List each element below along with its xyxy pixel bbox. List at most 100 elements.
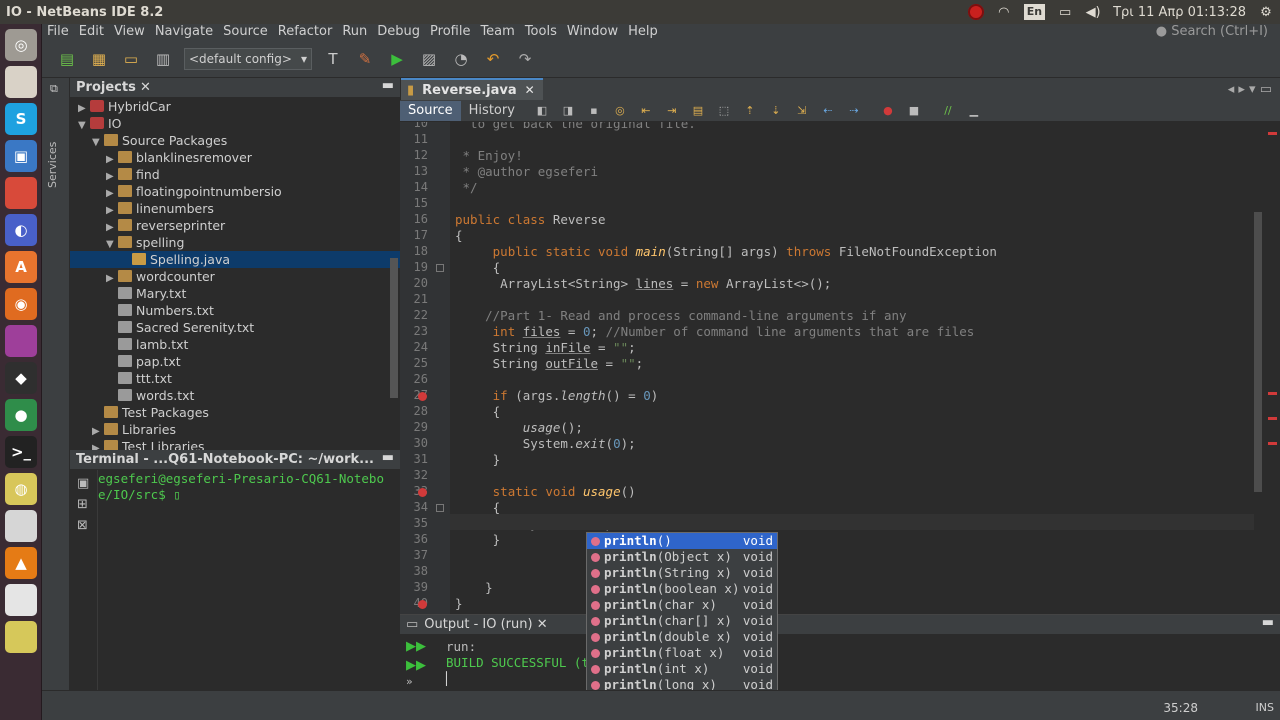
- output-title[interactable]: Output - IO (run): [424, 617, 532, 632]
- media-icon[interactable]: [5, 325, 37, 357]
- menu-navigate[interactable]: Navigate: [150, 24, 218, 40]
- menu-refactor[interactable]: Refactor: [273, 24, 338, 40]
- menu-team[interactable]: Team: [475, 24, 519, 40]
- tree-item[interactable]: words.txt: [70, 387, 400, 404]
- menu-profile[interactable]: Profile: [425, 24, 475, 40]
- build-hammer-icon[interactable]: T: [322, 48, 344, 70]
- save-all-icon[interactable]: ▥: [152, 48, 174, 70]
- calculator-icon[interactable]: [5, 510, 37, 542]
- tab-reverse-java[interactable]: ▮ Reverse.java ✕: [401, 78, 543, 100]
- search-box[interactable]: ● Search (Ctrl+I): [1156, 24, 1268, 40]
- tree-item[interactable]: ▶ linenumbers: [70, 200, 400, 217]
- code-line[interactable]: //Part 1- Read and process command-line …: [455, 308, 906, 323]
- code-line[interactable]: {: [455, 404, 501, 419]
- menu-help[interactable]: Help: [623, 24, 663, 40]
- code-line[interactable]: }: [455, 452, 501, 467]
- minimize-icon[interactable]: ▬: [382, 450, 394, 465]
- code-line[interactable]: to get back the original file.: [455, 122, 696, 131]
- more-icon[interactable]: »: [406, 675, 426, 688]
- volume-icon[interactable]: ◀): [1085, 4, 1101, 20]
- back-icon[interactable]: ◨: [561, 104, 575, 118]
- expand-arrow-icon[interactable]: ▶: [92, 440, 104, 450]
- tab-list-icon[interactable]: ◂ ▸ ▾ ▭: [1228, 82, 1272, 97]
- tree-item[interactable]: ▶ HybridCar: [70, 98, 400, 115]
- document-viewer-icon[interactable]: [5, 177, 37, 209]
- menu-edit[interactable]: Edit: [74, 24, 109, 40]
- code-line[interactable]: System.exit(0);: [455, 436, 636, 451]
- eclipse-icon[interactable]: ◐: [5, 214, 37, 246]
- code-line[interactable]: {: [455, 500, 501, 515]
- code-line[interactable]: int files = 0; //Number of command line …: [455, 324, 975, 339]
- skype-icon[interactable]: S: [5, 103, 37, 135]
- panel-restore-icon[interactable]: ⧉: [50, 82, 58, 96]
- software-center-icon[interactable]: A: [5, 251, 37, 283]
- menu-window[interactable]: Window: [562, 24, 623, 40]
- find-next-icon[interactable]: ⇥: [665, 104, 679, 118]
- code-line[interactable]: public class Reverse: [455, 212, 606, 227]
- tree-item[interactable]: ▶ wordcounter: [70, 268, 400, 285]
- code-line[interactable]: String inFile = "";: [455, 340, 636, 355]
- profile-icon[interactable]: ◔: [450, 48, 472, 70]
- code-line[interactable]: {: [455, 260, 501, 275]
- history-tab[interactable]: History: [461, 101, 523, 121]
- uncomment-icon[interactable]: ▁: [967, 104, 981, 118]
- tree-item[interactable]: ▶ blanklinesremover: [70, 149, 400, 166]
- globe-icon[interactable]: ●: [5, 399, 37, 431]
- completion-item[interactable]: println(char x) void: [587, 597, 777, 613]
- clean-build-icon[interactable]: ✎: [354, 48, 376, 70]
- shift-right-icon[interactable]: ⇢: [847, 104, 861, 118]
- wifi-icon[interactable]: ◠: [996, 4, 1012, 20]
- battery-icon[interactable]: ▭: [1057, 4, 1073, 20]
- code-line[interactable]: ArrayList<String> lines = new ArrayList<…: [455, 276, 831, 291]
- code-line[interactable]: {: [455, 228, 463, 243]
- tree-item[interactable]: ▶ Test Libraries: [70, 438, 400, 450]
- toggle-highlight-icon[interactable]: ▤: [691, 104, 705, 118]
- error-mark[interactable]: [1268, 417, 1277, 420]
- minimize-icon[interactable]: ▬: [1262, 615, 1274, 630]
- code-line[interactable]: usage();: [455, 420, 583, 435]
- completion-item[interactable]: println(Object x) void: [587, 549, 777, 565]
- error-mark[interactable]: [1268, 132, 1277, 135]
- completion-item[interactable]: println(double x) void: [587, 629, 777, 645]
- undo-icon[interactable]: ↶: [482, 48, 504, 70]
- writer-icon[interactable]: [5, 584, 37, 616]
- forward-icon[interactable]: ▪: [587, 104, 601, 118]
- menu-file[interactable]: File: [42, 24, 74, 40]
- close-icon[interactable]: ✕: [140, 80, 151, 95]
- close-icon[interactable]: ✕: [537, 617, 548, 632]
- code-line[interactable]: public static void main(String[] args) t…: [455, 244, 997, 259]
- find-previous-icon[interactable]: ⇤: [639, 104, 653, 118]
- projects-title[interactable]: Projects: [76, 80, 136, 95]
- code-line[interactable]: * Enjoy!: [455, 148, 523, 163]
- code-line[interactable]: }: [455, 532, 501, 547]
- debug-icon[interactable]: ▨: [418, 48, 440, 70]
- completion-item[interactable]: println() void: [587, 533, 777, 549]
- netbeans-icon[interactable]: ◆: [5, 362, 37, 394]
- code-editor[interactable]: 1011121314151617181920212223242526272829…: [400, 122, 1280, 614]
- completion-item[interactable]: println(int x) void: [587, 661, 777, 677]
- tree-item[interactable]: Mary.txt: [70, 285, 400, 302]
- tree-item[interactable]: ▶ Libraries: [70, 421, 400, 438]
- error-mark[interactable]: [1268, 442, 1277, 445]
- output-text[interactable]: run: BUILD SUCCESSFUL (t ▏: [446, 639, 589, 687]
- editor-scrollbar[interactable]: [1254, 212, 1262, 492]
- last-edit-icon[interactable]: ◧: [535, 104, 549, 118]
- comment-icon[interactable]: //: [941, 104, 955, 118]
- code-line[interactable]: }: [455, 580, 493, 595]
- new-project-icon[interactable]: ▦: [88, 48, 110, 70]
- camera-icon[interactable]: ◍: [5, 473, 37, 505]
- error-icon[interactable]: [418, 488, 427, 497]
- run-icon[interactable]: ▶: [386, 48, 408, 70]
- tree-item[interactable]: Sacred Serenity.txt: [70, 319, 400, 336]
- open-project-icon[interactable]: ▭: [120, 48, 142, 70]
- terminal-output[interactable]: egseferi@egseferi-Presario-CQ61-Notebo e…: [98, 470, 400, 690]
- fold-toggle-icon[interactable]: [436, 504, 444, 512]
- source-tab[interactable]: Source: [400, 100, 461, 121]
- vlc-icon[interactable]: ▲: [5, 547, 37, 579]
- shift-left-icon[interactable]: ⇠: [821, 104, 835, 118]
- completion-item[interactable]: println(boolean x) void: [587, 581, 777, 597]
- code-line[interactable]: * @author egseferi: [455, 164, 598, 179]
- start-macro-icon[interactable]: ●: [881, 104, 895, 118]
- code-line[interactable]: static void usage(): [455, 484, 636, 499]
- menu-tools[interactable]: Tools: [520, 24, 562, 40]
